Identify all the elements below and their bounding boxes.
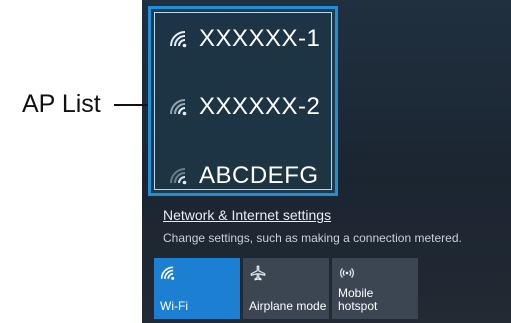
network-internet-settings-link[interactable]: Network & Internet settings (163, 207, 331, 223)
wifi-network-name: XXXXXX-1 (199, 25, 321, 52)
wifi-network-item[interactable]: ABCDEFG (169, 156, 319, 196)
network-settings-section: Network & Internet settings (163, 207, 331, 223)
ap-list: XXXXXX-1 XXXXXX-2 ABCDEFG (154, 12, 332, 190)
wifi-signal-icon (170, 99, 187, 116)
wifi-network-item[interactable]: XXXXXX-1 (169, 19, 320, 59)
airplane-icon (250, 265, 266, 281)
airplane-mode-tile[interactable]: Airplane mode (243, 258, 329, 319)
screenshot-stage: AP List XXXXXX-1 XXXXXX-2 ABCDEFG Networ… (0, 0, 511, 323)
wifi-icon (160, 266, 175, 280)
ap-list-highlight-box: XXXXXX-1 XXXXXX-2 ABCDEFG (148, 6, 338, 196)
wifi-tile-label: Wi-Fi (160, 298, 188, 313)
ap-list-callout-line (114, 104, 148, 106)
quick-actions: Wi-Fi Airplane mode Mobile hotspot (154, 258, 418, 319)
wifi-toggle-tile[interactable]: Wi-Fi (154, 258, 240, 319)
airplane-mode-label: Airplane mode (249, 298, 327, 313)
hotspot-icon (340, 268, 354, 278)
ap-list-label: AP List (22, 90, 101, 118)
wifi-signal-icon (170, 31, 187, 48)
mobile-hotspot-label: Mobile hotspot (338, 285, 378, 313)
wifi-signal-icon (170, 168, 187, 185)
mobile-hotspot-tile[interactable]: Mobile hotspot (332, 258, 418, 319)
wifi-network-item[interactable]: XXXXXX-2 (169, 87, 320, 127)
network-settings-description: Change settings, such as making a connec… (163, 231, 462, 245)
wifi-network-name: XXXXXX-2 (199, 93, 321, 120)
wifi-network-name: ABCDEFG (199, 162, 319, 189)
